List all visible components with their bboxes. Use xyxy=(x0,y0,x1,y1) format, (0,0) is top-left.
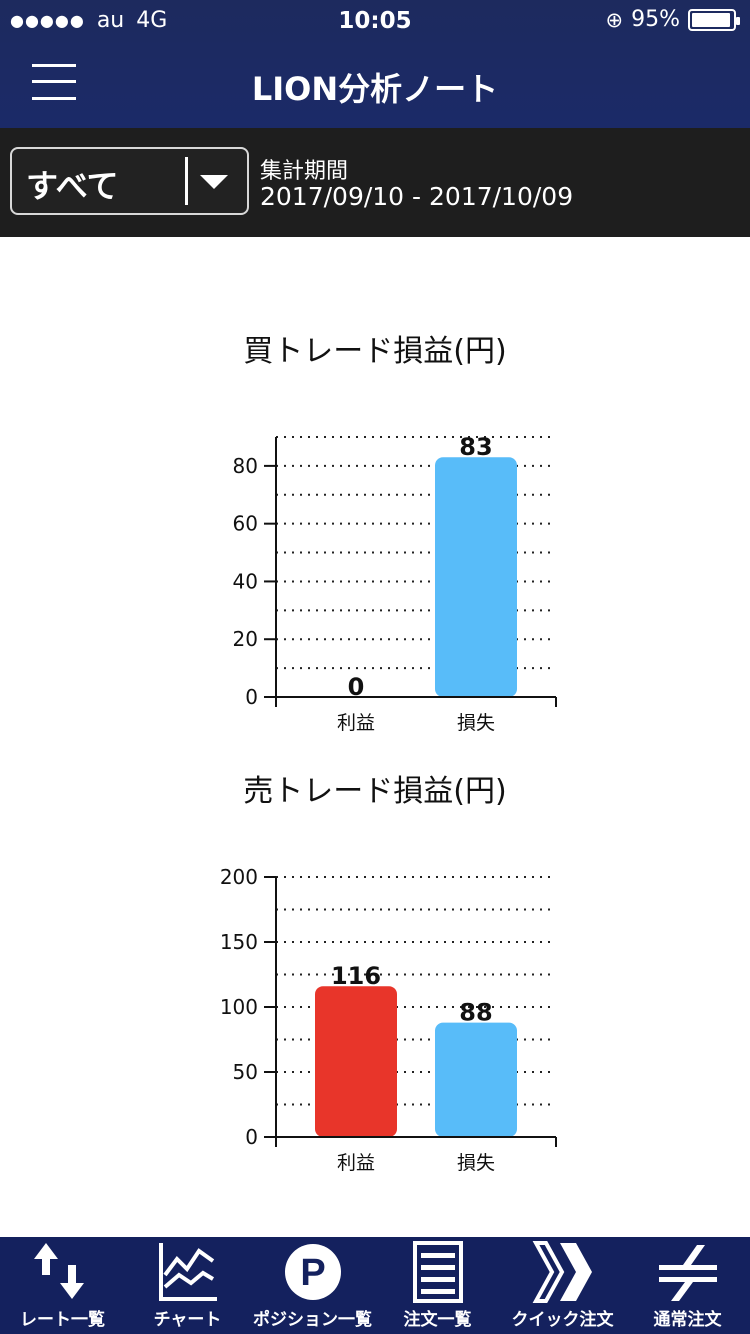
x-tick-label: 損失 xyxy=(457,712,495,734)
battery-percent: 95% xyxy=(631,7,680,32)
filter-select[interactable]: すべて xyxy=(10,147,249,215)
top-bar: ●●●●● au 4G 10:05 ⊕ 95% LION分析ノート xyxy=(0,0,750,128)
tab-bar: レート一覧 チャート P ポジション一覧 注文一覧 クイック注文 通常注文 xyxy=(0,1237,750,1334)
tab-normal-order[interactable]: 通常注文 xyxy=(625,1237,750,1334)
position-icon: P xyxy=(285,1244,341,1300)
y-tick-label: 0 xyxy=(245,1125,258,1149)
data-label: 116 xyxy=(331,962,381,990)
tab-quick-order[interactable]: クイック注文 xyxy=(500,1237,625,1334)
tab-label: クイック注文 xyxy=(511,1310,614,1330)
order-list-icon xyxy=(413,1241,463,1303)
battery-icon xyxy=(688,8,740,31)
normal-order-icon xyxy=(659,1245,717,1301)
rotation-lock-icon: ⊕ xyxy=(605,7,624,32)
tab-order-list[interactable]: 注文一覧 xyxy=(375,1237,500,1334)
y-tick-label: 60 xyxy=(233,512,258,536)
y-tick-label: 20 xyxy=(233,627,258,651)
rate-list-icon xyxy=(34,1243,84,1299)
sell-pl-chart: 0 50 100 150 200 116 88 利益 損失 xyxy=(220,865,557,1174)
select-divider xyxy=(185,157,188,205)
svg-text:P: P xyxy=(300,1252,325,1294)
quick-order-icon xyxy=(532,1241,592,1303)
bar xyxy=(435,457,517,697)
y-tick-label: 80 xyxy=(233,454,258,478)
tab-position-list[interactable]: P ポジション一覧 xyxy=(250,1237,375,1334)
period-label: 集計期間 xyxy=(260,159,349,184)
y-tick-label: 0 xyxy=(245,685,258,709)
bar xyxy=(435,1022,517,1137)
y-tick-label: 200 xyxy=(220,865,258,889)
sell-chart-title: 売トレード損益(円) xyxy=(243,774,507,809)
tab-label: レート一覧 xyxy=(20,1310,105,1330)
tab-label: 通常注文 xyxy=(653,1310,722,1330)
tab-label: チャート xyxy=(153,1310,222,1330)
data-label: 88 xyxy=(459,999,492,1027)
page-title: LION分析ノート xyxy=(251,70,499,108)
bar xyxy=(315,986,397,1137)
buy-pl-chart: 020406080083利益 損失 xyxy=(233,433,557,734)
period-value: 2017/09/10 - 2017/10/09 xyxy=(260,182,574,211)
y-tick-label: 50 xyxy=(233,1060,258,1084)
x-tick-label: 利益 xyxy=(337,1152,375,1174)
tab-label: ポジション一覧 xyxy=(253,1310,372,1330)
y-tick-label: 100 xyxy=(220,995,258,1019)
buy-chart-title: 買トレード損益(円) xyxy=(243,334,507,369)
x-tick-label: 利益 xyxy=(337,712,375,734)
filter-select-value: すべて xyxy=(26,167,119,205)
chart-icon xyxy=(159,1243,217,1301)
data-label: 83 xyxy=(459,433,492,461)
status-right: ⊕ 95% xyxy=(605,7,740,32)
status-bar: ●●●●● au 4G 10:05 ⊕ 95% xyxy=(0,0,750,40)
tab-label: 注文一覧 xyxy=(403,1310,472,1330)
y-tick-label: 40 xyxy=(233,569,258,593)
tab-rate-list[interactable]: レート一覧 xyxy=(0,1237,125,1334)
tab-chart[interactable]: チャート xyxy=(125,1237,250,1334)
app-root: ●●●●● au 4G 10:05 ⊕ 95% LION分析ノート すべて 集計… xyxy=(0,0,750,1334)
x-tick-label: 損失 xyxy=(457,1152,495,1174)
chevron-down-icon xyxy=(200,175,228,189)
y-tick-label: 150 xyxy=(220,930,258,954)
